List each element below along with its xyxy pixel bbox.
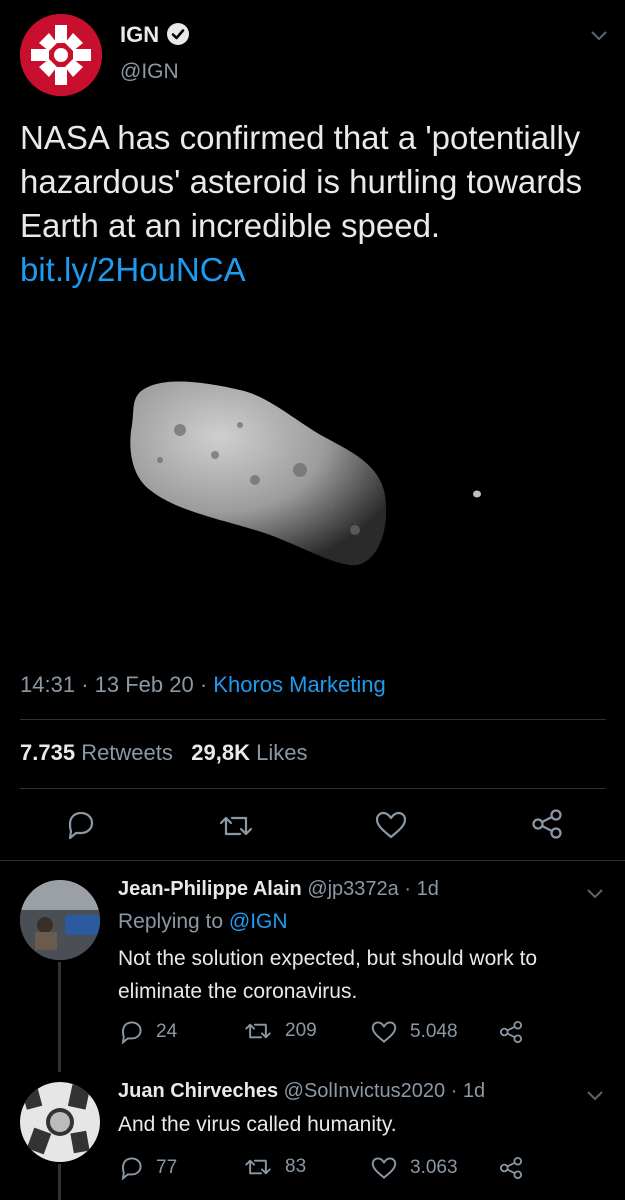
divider: [20, 719, 606, 720]
reply-count: 24: [156, 1021, 178, 1042]
tweet-link[interactable]: bit.ly/2HouNCA: [20, 251, 246, 288]
share-icon[interactable]: [498, 1156, 524, 1180]
reply-icon: [118, 1020, 144, 1044]
retweets-count: 7.735: [20, 740, 76, 765]
reply-author-name[interactable]: Jean-Philippe Alain: [118, 878, 302, 900]
likes-count: 29,8K: [191, 740, 250, 765]
likes-stat[interactable]: 29,8K Likes: [191, 740, 307, 765]
chevron-down-icon[interactable]: [584, 1084, 606, 1106]
retweets-label: Retweets: [81, 740, 173, 765]
reply-header: Jean-Philippe Alain @jp3372a · 1d: [118, 878, 439, 901]
reply-time: · 1d: [450, 1080, 486, 1102]
tweet-date: 13 Feb 20: [94, 672, 194, 697]
reply-text: Not the solution expected, but should wo…: [118, 947, 538, 1003]
reply-author-name[interactable]: Juan Chirveches: [118, 1080, 278, 1102]
retweet-count: 83: [285, 1156, 307, 1177]
retweet-icon: [243, 1156, 273, 1178]
likes-label: Likes: [256, 740, 308, 765]
like-action[interactable]: 5.048: [370, 1020, 458, 1044]
tweet-media-image[interactable]: [0, 330, 625, 630]
divider: [20, 788, 606, 789]
tweet-source[interactable]: Khoros Marketing: [213, 672, 385, 697]
replying-to-handle[interactable]: @IGN: [229, 910, 288, 933]
avatar[interactable]: [20, 1082, 100, 1162]
retweet-icon: [243, 1020, 273, 1042]
tweet-time: 14:31: [20, 672, 76, 697]
tweet-text: NASA has confirmed that a 'potentially h…: [20, 116, 610, 292]
heart-icon: [370, 1156, 398, 1180]
thread-line: [58, 962, 61, 1072]
heart-icon[interactable]: [374, 810, 408, 840]
reply-action[interactable]: 24: [118, 1020, 177, 1044]
like-count: 3.063: [410, 1157, 458, 1178]
avatar[interactable]: [20, 880, 100, 960]
ign-logo-avatar[interactable]: [20, 14, 102, 96]
verified-badge-icon: [166, 22, 190, 46]
share-icon[interactable]: [530, 808, 564, 840]
reply-icon[interactable]: [64, 810, 96, 840]
chevron-down-icon[interactable]: [588, 24, 610, 46]
reply-author-handle[interactable]: @SolInvictus2020: [284, 1080, 446, 1102]
retweet-action[interactable]: 83: [243, 1156, 306, 1178]
retweet-count: 209: [285, 1020, 317, 1041]
reply-count: 77: [156, 1157, 178, 1178]
reply-text: And the virus called humanity.: [118, 1113, 397, 1136]
like-action[interactable]: 3.063: [370, 1156, 458, 1180]
author-name[interactable]: IGN: [120, 22, 159, 48]
like-count: 5.048: [410, 1021, 458, 1042]
chevron-down-icon[interactable]: [584, 882, 606, 904]
reply-action[interactable]: 77: [118, 1156, 177, 1180]
reply-author-handle[interactable]: @jp3372a: [307, 878, 398, 900]
tweet-stats: 7.735 Retweets 29,8K Likes: [20, 740, 307, 766]
thread-line: [58, 1164, 61, 1200]
retweets-stat[interactable]: 7.735 Retweets: [20, 740, 173, 765]
tweet-meta: 14:31 · 13 Feb 20 · Khoros Marketing: [20, 672, 386, 698]
replying-label: Replying to: [118, 910, 224, 933]
meta-separator: ·: [199, 672, 208, 697]
reply-time: · 1d: [404, 878, 439, 900]
reply-header: Juan Chirveches @SolInvictus2020 · 1d: [118, 1080, 485, 1103]
meta-separator: ·: [81, 672, 89, 697]
retweet-action[interactable]: 209: [243, 1020, 317, 1042]
heart-icon: [370, 1020, 398, 1044]
tweet-body: NASA has confirmed that a 'potentially h…: [20, 119, 583, 244]
replying-to: Replying to @IGN: [118, 910, 288, 934]
author-handle[interactable]: @IGN: [120, 60, 179, 84]
divider: [0, 860, 625, 861]
share-icon[interactable]: [498, 1020, 524, 1044]
reply-icon: [118, 1156, 144, 1180]
retweet-icon[interactable]: [218, 812, 254, 840]
